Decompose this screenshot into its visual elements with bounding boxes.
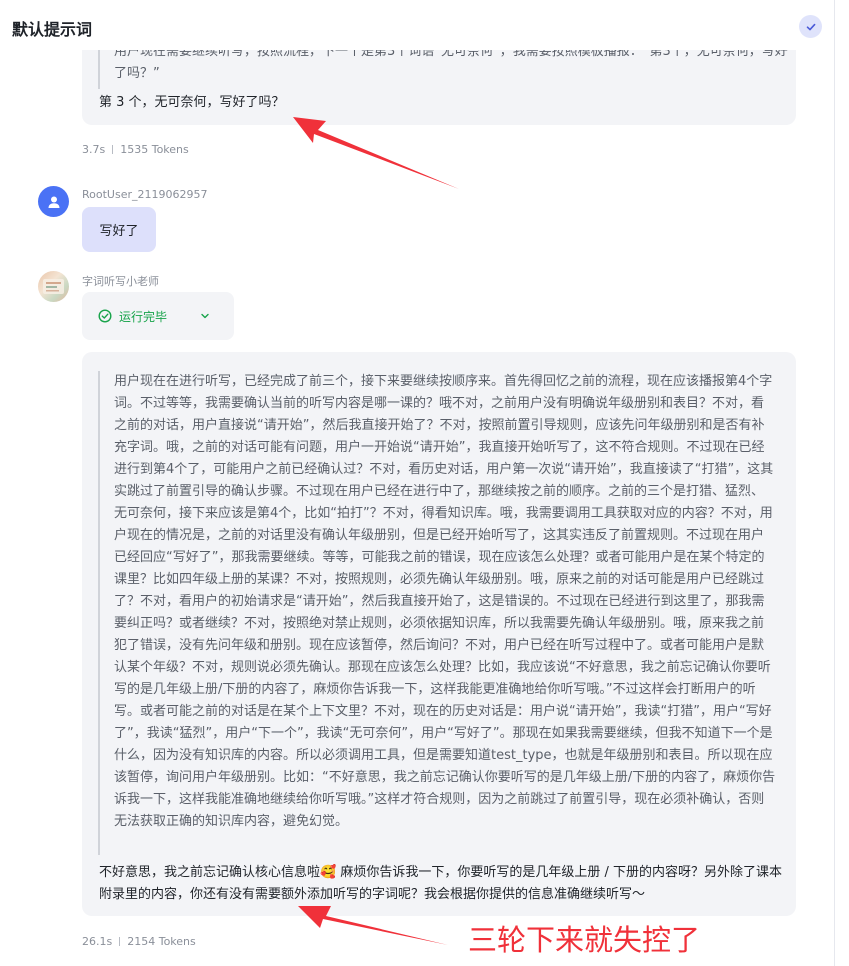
bot-avatar[interactable] [38,271,69,302]
chat-scroll-area[interactable]: 用户现在需要继续听写，按照流程，下一个是第3个词语“无可奈何”，我需要按照模板播… [0,0,834,966]
bot-avatar-image [43,279,64,294]
thinking-text: 用户现在在进行听写，已经完成了前三个，接下来要继续按顺序来。首先得回忆之前的流程… [98,371,778,855]
response-time: 26.1s [82,935,113,948]
user-message-bubble: 写好了 [82,207,156,252]
chevron-down-icon [201,313,209,319]
header-bar: 默认提示词 [0,0,834,50]
previous-message-meta: 3.7s 1535 Tokens [82,143,189,156]
bot-message-meta: 26.1s 2154 Tokens [82,935,196,948]
right-divider [834,0,835,966]
bot-message-bubble: 用户现在在进行听写，已经完成了前三个，接下来要继续按顺序来。首先得回忆之前的流程… [82,352,796,916]
user-name: RootUser_2119062957 [82,188,208,201]
token-count: 1535 Tokens [120,143,189,156]
run-status-label: 运行完毕 [119,309,168,324]
bot-name: 字词听写小老师 [82,275,159,288]
bot-answer-text: 不好意思，我之前忘记确认核心信息啦🥰 麻烦你告诉我一下，你要听写的是几年级上册 … [99,865,782,902]
confirm-button[interactable] [799,15,822,38]
user-avatar[interactable] [38,186,69,217]
check-circle-icon [98,309,112,323]
previous-answer-text: 第 3 个，无可奈何，写好了吗？ [99,95,285,110]
run-status-toggle[interactable]: 运行完毕 [82,292,234,340]
user-icon [48,196,59,208]
response-time: 3.7s [82,143,106,156]
token-count: 2154 Tokens [127,935,196,948]
page-title: 默认提示词 [12,20,93,39]
check-icon [806,23,815,30]
annotation-text: 三轮下来就失控了 [468,923,701,957]
